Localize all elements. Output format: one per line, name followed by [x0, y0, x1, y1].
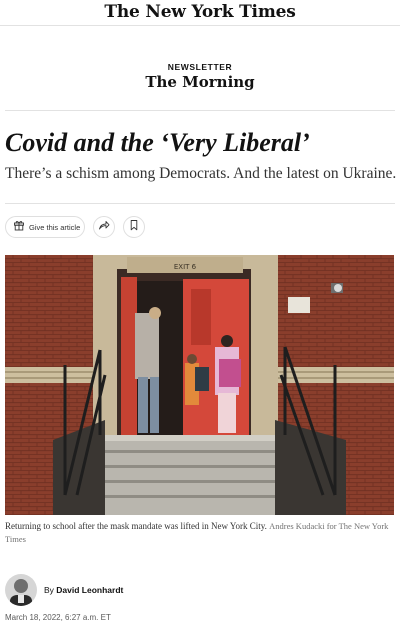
article-summary: There’s a schism among Democrats. And th…: [5, 165, 397, 182]
give-article-button[interactable]: Give this article: [5, 216, 85, 238]
nyt-logo[interactable]: The New York Times: [104, 2, 295, 22]
author-avatar[interactable]: [5, 574, 37, 606]
author-row: By David Leonhardt: [5, 574, 123, 606]
article-photo: EXIT 6: [5, 255, 394, 515]
gift-icon: [13, 218, 25, 236]
newsletter-kicker: NEWSLETTER: [167, 62, 233, 72]
divider: [5, 110, 395, 111]
byline-prefix: By: [44, 585, 54, 595]
bookmark-icon: [128, 218, 140, 236]
divider: [5, 203, 395, 204]
share-button[interactable]: [93, 216, 115, 238]
top-bar: The New York Times: [0, 0, 400, 26]
exit-sign: EXIT 6: [174, 263, 197, 271]
article-headline: Covid and the ‘Very Liberal’: [5, 128, 310, 157]
author-name-link[interactable]: David Leonhardt: [56, 585, 123, 595]
newsletter-title[interactable]: The Morning: [0, 73, 400, 91]
save-button[interactable]: [123, 216, 145, 238]
byline: By David Leonhardt: [44, 585, 123, 595]
caption-text: Returning to school after the mask manda…: [5, 521, 267, 531]
publish-timestamp: March 18, 2022, 6:27 a.m. ET: [5, 613, 111, 622]
give-article-label: Give this article: [29, 222, 81, 232]
photo-caption: Returning to school after the mask manda…: [5, 520, 397, 545]
share-icon: [98, 218, 110, 236]
